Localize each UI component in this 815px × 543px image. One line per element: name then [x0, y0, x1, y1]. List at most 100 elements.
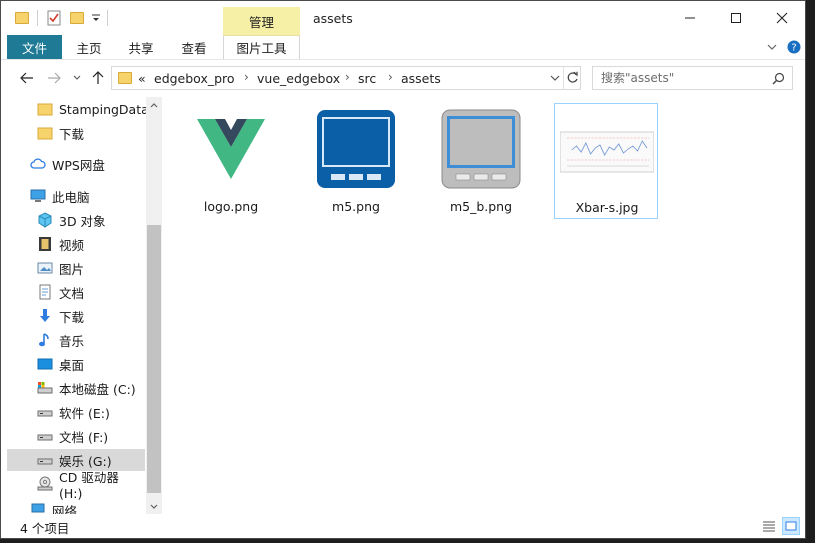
computer-icon: [30, 189, 46, 202]
video-icon: [39, 237, 51, 251]
maximize-button[interactable]: [713, 1, 759, 35]
sidebar-item-label: 本地磁盘 (C:): [59, 381, 136, 397]
drive-icon: [37, 410, 53, 417]
help-icon[interactable]: ?: [787, 40, 801, 54]
sidebar-item-label: StampingData: [59, 101, 149, 117]
breadcrumb-assets[interactable]: assets: [401, 71, 441, 86]
tab-home[interactable]: 主页: [69, 35, 109, 59]
up-button[interactable]: [90, 70, 106, 86]
title-bar: 管理 assets: [1, 1, 805, 35]
chevron-down-icon: [73, 75, 81, 80]
picture-icon: [37, 262, 53, 274]
back-button[interactable]: [19, 70, 35, 86]
sidebar-item-cd-drive-h[interactable]: CD 驱动器 (H:): [7, 470, 145, 501]
address-bar[interactable]: « edgebox_pro › vue_edgebox › src › asse…: [111, 66, 581, 90]
file-explorer-window: 管理 assets 文件 主页 共享 查看 图片工具 ? « edgebox_p…: [0, 0, 806, 539]
sidebar-item-drive-c[interactable]: 本地磁盘 (C:): [7, 377, 145, 399]
up-arrow-icon: [92, 71, 104, 84]
search-input[interactable]: [601, 70, 751, 86]
file-item-m5-b[interactable]: m5_b.png: [429, 103, 533, 219]
sidebar-item-videos[interactable]: 视频: [7, 233, 145, 255]
breadcrumb-separator-icon[interactable]: ›: [244, 70, 249, 84]
back-arrow-icon: [20, 72, 33, 84]
search-icon[interactable]: [772, 72, 785, 85]
folder-icon: [37, 127, 53, 140]
sidebar-item-drive-e[interactable]: 软件 (E:): [7, 401, 145, 423]
sidebar-item-network[interactable]: 网络: [7, 501, 145, 514]
new-folder-icon[interactable]: [70, 12, 84, 24]
tab-manage-label: 管理: [248, 14, 274, 30]
sidebar-item-label: 3D 对象: [59, 213, 106, 229]
sidebar-item-downloads-quick[interactable]: 下载: [7, 122, 145, 144]
tab-file[interactable]: 文件: [7, 35, 62, 59]
status-bar: 4 个项目: [1, 514, 805, 538]
close-button[interactable]: [759, 1, 805, 35]
sidebar-item-drive-f[interactable]: 文档 (F:): [7, 425, 145, 447]
sidebar-item-label: WPS网盘: [52, 157, 105, 173]
forward-button[interactable]: [46, 70, 62, 86]
recent-locations-button[interactable]: [69, 70, 85, 86]
folder-icon: [118, 72, 132, 84]
tab-manage[interactable]: 管理: [223, 7, 300, 35]
file-name: m5_b.png: [449, 199, 513, 214]
divider: [107, 10, 108, 26]
forward-arrow-icon: [48, 72, 61, 84]
tab-share[interactable]: 共享: [121, 35, 161, 59]
sidebar-item-stampingdata[interactable]: StampingData: [7, 98, 149, 120]
document-icon: [39, 284, 51, 300]
breadcrumb-vue-edgebox[interactable]: vue_edgebox: [257, 71, 340, 86]
address-dropdown-icon[interactable]: [550, 75, 560, 82]
breadcrumb-src[interactable]: src: [358, 71, 376, 86]
sidebar-item-label: 网络: [52, 504, 78, 514]
sidebar-item-pictures[interactable]: 图片: [7, 257, 145, 279]
sidebar-item-label: 音乐: [59, 333, 85, 349]
window-title: assets: [313, 11, 353, 26]
breadcrumb-edgebox-pro[interactable]: edgebox_pro: [154, 71, 235, 86]
file-name: Xbar-s.jpg: [575, 200, 639, 215]
search-box[interactable]: [592, 66, 793, 90]
maximize-icon: [731, 13, 741, 23]
expand-ribbon-icon[interactable]: [767, 43, 777, 51]
device-gray-icon: [441, 109, 521, 189]
sidebar-item-label: 下载: [59, 309, 85, 325]
breadcrumb-overflow[interactable]: «: [138, 71, 146, 86]
drive-icon: [37, 382, 53, 394]
file-item-logo[interactable]: logo.png: [179, 103, 283, 219]
sidebar-item-wps-cloud[interactable]: WPS网盘: [7, 153, 145, 175]
refresh-icon[interactable]: [566, 71, 579, 84]
file-name: m5.png: [332, 199, 380, 214]
sidebar-item-this-pc[interactable]: 此电脑: [7, 185, 145, 207]
sidebar-item-music[interactable]: 音乐: [7, 329, 145, 351]
file-item-m5[interactable]: m5.png: [304, 103, 408, 219]
network-icon: [31, 503, 45, 513]
svg-text:?: ?: [791, 43, 796, 54]
sidebar-item-desktop[interactable]: 桌面: [7, 353, 145, 375]
navigation-pane[interactable]: StampingData 下载 WPS网盘 此电脑 3D 对象 视频 图片 文档…: [1, 97, 162, 514]
sidebar-scrollbar[interactable]: [146, 97, 162, 514]
chart-thumbnail-icon: [560, 131, 654, 173]
customize-toolbar-icon[interactable]: [89, 10, 103, 26]
sidebar-item-3d-objects[interactable]: 3D 对象: [7, 209, 145, 231]
minimize-button[interactable]: [667, 1, 713, 35]
breadcrumb-separator-icon[interactable]: ›: [388, 70, 393, 84]
folder-icon[interactable]: [15, 12, 29, 24]
vue-logo-icon: [191, 109, 271, 189]
tab-view[interactable]: 查看: [174, 35, 214, 59]
device-blue-icon: [317, 110, 395, 188]
sidebar-item-label: 文档: [59, 285, 85, 301]
scroll-down-button[interactable]: [146, 498, 162, 514]
scroll-thumb[interactable]: [147, 225, 161, 493]
scroll-up-button[interactable]: [146, 97, 162, 113]
file-item-xbar-s[interactable]: Xbar-s.jpg: [554, 103, 658, 219]
sidebar-item-label: 文档 (F:): [59, 429, 109, 445]
desktop-icon: [37, 358, 53, 370]
large-icons-view-icon[interactable]: [782, 517, 800, 535]
file-list[interactable]: logo.png m5.png m5_b.png Xbar-s.jpg: [163, 97, 805, 514]
details-view-icon[interactable]: [760, 517, 778, 535]
breadcrumb-separator-icon[interactable]: ›: [345, 70, 350, 84]
properties-icon[interactable]: [47, 10, 61, 26]
divider: [37, 10, 38, 26]
sidebar-item-downloads[interactable]: 下载: [7, 305, 145, 327]
tab-picture-tools[interactable]: 图片工具: [223, 35, 300, 59]
sidebar-item-documents[interactable]: 文档: [7, 281, 145, 303]
